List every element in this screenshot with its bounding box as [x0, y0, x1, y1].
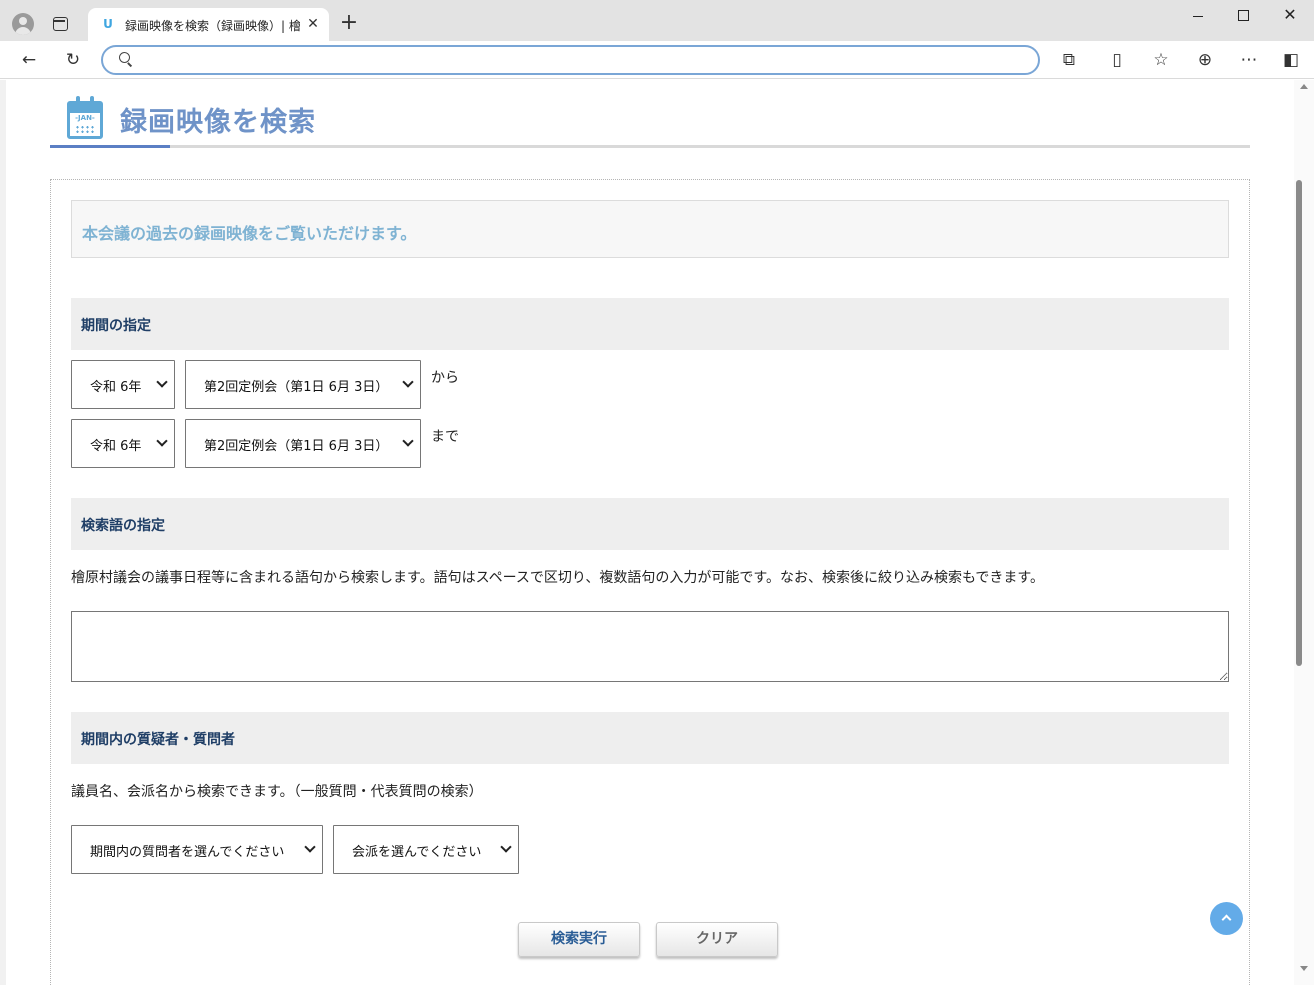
search-icon	[119, 52, 135, 68]
from-year-value: 令和 6年	[90, 380, 142, 395]
chevron-down-icon	[403, 378, 412, 387]
page-viewport: -JAN- 録画映像を検索 本会議の過去の録画映像をご覧いただけます。 期間の指…	[0, 80, 1314, 985]
back-icon[interactable]: ←	[17, 48, 41, 72]
viewport-edge	[0, 80, 6, 985]
from-year-select[interactable]: 令和 6年	[71, 360, 175, 409]
browser-toolbar: ← ↻ ⧉ ▯ ☆ ⊕ ⋯ ◧	[0, 41, 1314, 79]
to-suffix: まで	[431, 429, 459, 445]
page-header: -JAN- 録画映像を検索	[50, 80, 1250, 148]
title-underline-accent	[50, 145, 170, 148]
keyword-description: 檜原村議会の議事日程等に含まれる語句から検索します。語句はスペースで区切り、複数…	[71, 570, 1044, 586]
scroll-up-icon[interactable]	[1300, 84, 1308, 89]
keyword-input[interactable]	[71, 611, 1229, 682]
intro-box: 本会議の過去の録画映像をご覧いただけます。	[71, 200, 1229, 258]
from-suffix: から	[431, 370, 459, 386]
browser-tab[interactable]: U 録画映像を検索（録画映像）| 檜 ✕	[88, 8, 329, 41]
new-tab-icon[interactable]: +	[338, 12, 360, 36]
period-heading-label: 期間の指定	[81, 318, 151, 334]
search-form: 本会議の過去の録画映像をご覧いただけます。 期間の指定 令和 6年 第2回定例会…	[50, 179, 1250, 985]
tab-title: 録画映像を検索（録画映像）| 檜	[125, 19, 300, 33]
address-bar[interactable]	[101, 45, 1040, 75]
questioner-heading-label: 期間内の質疑者・質問者	[81, 732, 235, 748]
chevron-down-icon	[157, 437, 166, 446]
to-session-value: 第2回定例会（第1日 6月 3日）	[204, 439, 389, 454]
more-icon[interactable]: ⋯	[1237, 48, 1261, 72]
to-year-value: 令和 6年	[90, 439, 142, 454]
period-heading: 期間の指定	[71, 298, 1229, 350]
intro-text: 本会議の過去の録画映像をご覧いただけます。	[82, 224, 417, 243]
member-select-value: 期間内の質問者を選んでください	[90, 845, 285, 860]
tab-actions-icon[interactable]	[53, 17, 68, 31]
collections-icon[interactable]: ⊕	[1193, 48, 1217, 72]
window-close-icon[interactable]: ✕	[1280, 5, 1300, 25]
browser-tab-strip: U 録画映像を検索（録画映像）| 檜 ✕ + ✕	[0, 0, 1314, 41]
address-input[interactable]	[143, 50, 1023, 70]
chevron-down-icon	[501, 843, 510, 852]
reload-icon[interactable]: ↻	[61, 48, 85, 72]
extensions-icon[interactable]: ⧉	[1057, 48, 1081, 72]
minimize-icon[interactable]	[1188, 8, 1208, 24]
chevron-down-icon	[403, 437, 412, 446]
to-year-select[interactable]: 令和 6年	[71, 419, 175, 468]
profile-icon[interactable]	[12, 13, 34, 35]
scroll-thumb[interactable]	[1296, 180, 1302, 666]
split-screen-icon[interactable]: ▯	[1105, 48, 1129, 72]
to-session-select[interactable]: 第2回定例会（第1日 6月 3日）	[185, 419, 421, 468]
maximize-icon[interactable]	[1238, 10, 1249, 21]
faction-select-value: 会派を選んでください	[352, 845, 482, 860]
from-session-value: 第2回定例会（第1日 6月 3日）	[204, 380, 389, 395]
chevron-down-icon	[157, 378, 166, 387]
questioner-description: 議員名、会派名から検索できます。（一般質問・代表質問の検索）	[71, 784, 483, 800]
clear-button[interactable]: クリア	[656, 922, 778, 957]
search-button[interactable]: 検索実行	[518, 922, 640, 957]
close-icon[interactable]: ✕	[305, 15, 321, 33]
from-session-select[interactable]: 第2回定例会（第1日 6月 3日）	[185, 360, 421, 409]
page-scrollbar[interactable]	[1294, 80, 1314, 985]
chevron-down-icon	[305, 843, 314, 852]
keyword-heading-label: 検索語の指定	[81, 518, 165, 534]
questioner-heading: 期間内の質疑者・質問者	[71, 712, 1229, 764]
favorites-icon[interactable]: ☆	[1149, 48, 1173, 72]
sidebar-icon[interactable]: ◧	[1279, 48, 1303, 72]
calendar-label: -JAN-	[75, 114, 95, 122]
calendar-icon: -JAN-	[67, 96, 103, 139]
member-select[interactable]: 期間内の質問者を選んでください	[71, 825, 323, 874]
site-favicon: U	[103, 17, 113, 31]
keyword-heading: 検索語の指定	[71, 498, 1229, 550]
scroll-down-icon[interactable]	[1300, 966, 1308, 971]
back-to-top-icon[interactable]	[1210, 902, 1243, 935]
page-title: 録画映像を検索	[120, 107, 316, 138]
faction-select[interactable]: 会派を選んでください	[333, 825, 519, 874]
